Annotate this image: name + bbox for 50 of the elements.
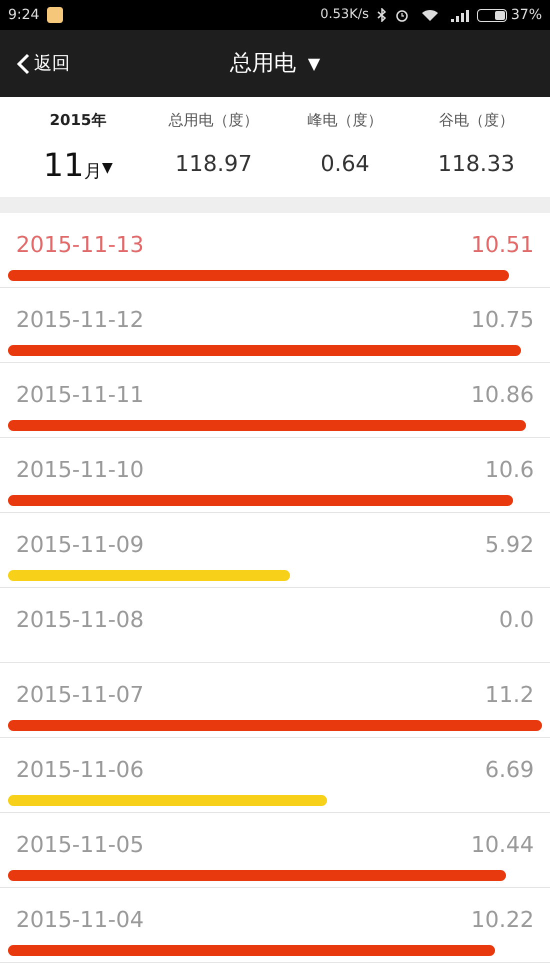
clock: 9:24 bbox=[8, 6, 40, 24]
month-dropdown[interactable]: 11 月▼ bbox=[8, 144, 148, 180]
network-speed: 0.53K/s bbox=[320, 6, 369, 24]
summary-value: 118.97 bbox=[174, 150, 254, 178]
column-label: 谷电（度） bbox=[438, 110, 515, 131]
day-row[interactable]: 2015-11-10 10.6 bbox=[0, 438, 550, 512]
day-row[interactable]: 2015-11-08 0.0 bbox=[0, 588, 550, 662]
day-row[interactable]: 2015-11-12 10.75 bbox=[0, 288, 550, 362]
usage-value: 11.2 bbox=[485, 682, 534, 710]
column-label: 峰电（度） bbox=[306, 110, 384, 131]
year-label: 2015年 bbox=[48, 110, 108, 131]
date-label: 2015-11-10 bbox=[16, 456, 144, 484]
alarm-icon bbox=[394, 8, 409, 22]
summary-value: 0.64 bbox=[320, 150, 370, 178]
day-row[interactable]: 2015-11-13 10.51 bbox=[0, 212, 550, 288]
usage-value: 5.92 bbox=[485, 532, 534, 560]
day-row[interactable]: 2015-11-05 10.44 bbox=[0, 812, 550, 888]
back-button[interactable]: 返回 bbox=[0, 50, 70, 77]
usage-value: 10.86 bbox=[471, 382, 534, 410]
date-label: 2015-11-04 bbox=[16, 906, 144, 934]
signal-icon bbox=[450, 8, 469, 22]
date-label: 2015-11-05 bbox=[16, 832, 144, 860]
column-label: 总用电（度） bbox=[168, 110, 260, 131]
day-row[interactable]: 2015-11-11 10.86 bbox=[0, 362, 550, 438]
usage-value: 10.51 bbox=[471, 232, 534, 260]
date-label: 2015-11-07 bbox=[16, 682, 144, 710]
date-label: 2015-11-08 bbox=[16, 606, 144, 634]
battery-percent: 37% bbox=[510, 6, 542, 24]
summary-value: 118.33 bbox=[436, 150, 516, 178]
day-row[interactable]: 2015-11-09 5.92 bbox=[0, 512, 550, 588]
day-row[interactable]: 2015-11-06 6.69 bbox=[0, 738, 550, 812]
chevron-left-icon bbox=[16, 52, 30, 74]
title-dropdown[interactable]: 总用电 ▼ bbox=[230, 47, 320, 80]
usage-value: 10.44 bbox=[471, 832, 534, 860]
day-row[interactable]: 2015-11-04 10.22 bbox=[0, 888, 550, 962]
app-notification-icon bbox=[47, 7, 64, 23]
wifi-icon bbox=[420, 8, 439, 22]
usage-value: 6.69 bbox=[485, 756, 534, 784]
date-label: 2015-11-11 bbox=[16, 382, 144, 410]
usage-value: 10.6 bbox=[485, 456, 534, 484]
battery-icon bbox=[476, 8, 507, 22]
date-label: 2015-11-09 bbox=[16, 532, 144, 560]
usage-value: 0.0 bbox=[499, 606, 534, 634]
date-label: 2015-11-06 bbox=[16, 756, 144, 784]
date-label: 2015-11-12 bbox=[16, 306, 144, 334]
bluetooth-icon bbox=[376, 8, 387, 22]
date-label: 2015-11-13 bbox=[16, 232, 144, 260]
usage-value: 10.22 bbox=[471, 906, 534, 934]
day-row[interactable]: 2015-11-07 11.2 bbox=[0, 662, 550, 738]
usage-value: 10.75 bbox=[471, 306, 534, 334]
